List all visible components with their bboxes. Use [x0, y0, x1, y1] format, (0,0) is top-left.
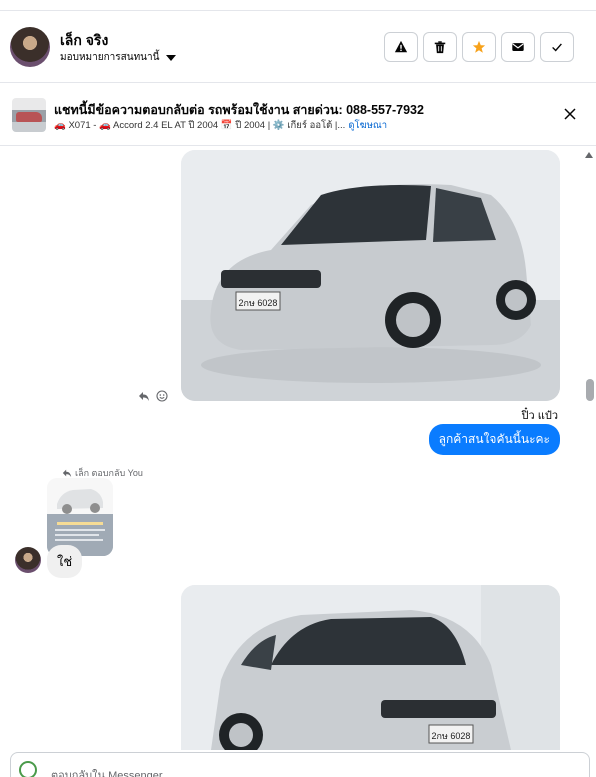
- conversation-header: เล็ก จริง มอบหมายการสนทนานี้: [0, 11, 596, 83]
- star-button[interactable]: [462, 32, 496, 62]
- emoji-react-icon[interactable]: [156, 389, 168, 402]
- ad-context-banner: แชทนี้มีข้อความตอบกลับต่อ รถพร้อมใช้งาน …: [0, 84, 596, 146]
- assign-conversation-dropdown[interactable]: มอบหมายการสนทนานี้: [60, 50, 177, 65]
- license-plate-text-2: 2กษ 6028: [432, 731, 471, 741]
- mark-unread-button[interactable]: [501, 32, 535, 62]
- assign-label: มอบหมายการสนทนานี้: [60, 52, 160, 63]
- trash-icon: [434, 41, 446, 54]
- scrollbar-thumb[interactable]: [586, 379, 594, 401]
- composer-placeholder: ตอบกลับใน Messenger...: [51, 770, 172, 777]
- close-icon[interactable]: [562, 106, 578, 122]
- car-photo-image-2: 2กษ 6028: [181, 585, 560, 750]
- mark-done-button[interactable]: [540, 32, 574, 62]
- contact-name[interactable]: เล็ก จริง: [60, 30, 108, 52]
- report-button[interactable]: [384, 32, 418, 62]
- ad-thumbnail[interactable]: [12, 98, 46, 132]
- contact-avatar[interactable]: [10, 27, 50, 67]
- outgoing-sender-name: ปิ๋ว แป๋ว: [521, 410, 558, 422]
- outgoing-message-bubble[interactable]: ลูกค้าสนใจคันนี้นะคะ: [428, 424, 560, 455]
- header-actions: [384, 32, 574, 62]
- ad-title: แชทนี้มีข้อความตอบกลับต่อ รถพร้อมใช้งาน …: [54, 103, 424, 117]
- scroll-up-arrow-icon[interactable]: [585, 152, 593, 158]
- delete-button[interactable]: [423, 32, 457, 62]
- ad-details: 🚗 X071 - 🚗 Accord 2.4 EL AT ปี 2004 📅 ปี…: [54, 120, 346, 131]
- messenger-page-icon: [19, 761, 37, 777]
- reply-arrow-icon: [62, 469, 72, 478]
- star-icon: [472, 40, 486, 53]
- car-photo-message-2[interactable]: 2กษ 6028: [181, 585, 560, 750]
- license-plate-text: 2กษ 6028: [239, 298, 278, 308]
- ad-details-row: 🚗 X071 - 🚗 Accord 2.4 EL AT ปี 2004 📅 ปี…: [54, 118, 387, 133]
- incoming-message-bubble[interactable]: ใช่: [47, 545, 83, 578]
- envelope-icon: [512, 43, 524, 51]
- replied-photo-image: [47, 478, 113, 556]
- reply-composer[interactable]: ตอบกลับใน Messenger...: [10, 752, 590, 777]
- warning-icon: [394, 40, 408, 53]
- car-photo-message[interactable]: 2กษ 6028: [181, 150, 560, 401]
- caret-down-icon: [166, 54, 177, 61]
- view-ad-link[interactable]: ดูโฆษณา: [348, 118, 387, 133]
- contact-avatar-small[interactable]: [15, 547, 41, 573]
- car-photo-image: 2กษ 6028: [181, 150, 560, 401]
- message-actions: [138, 389, 168, 402]
- check-icon: [552, 43, 562, 52]
- reply-icon[interactable]: [138, 389, 150, 401]
- replied-photo-thumbnail[interactable]: [47, 478, 113, 556]
